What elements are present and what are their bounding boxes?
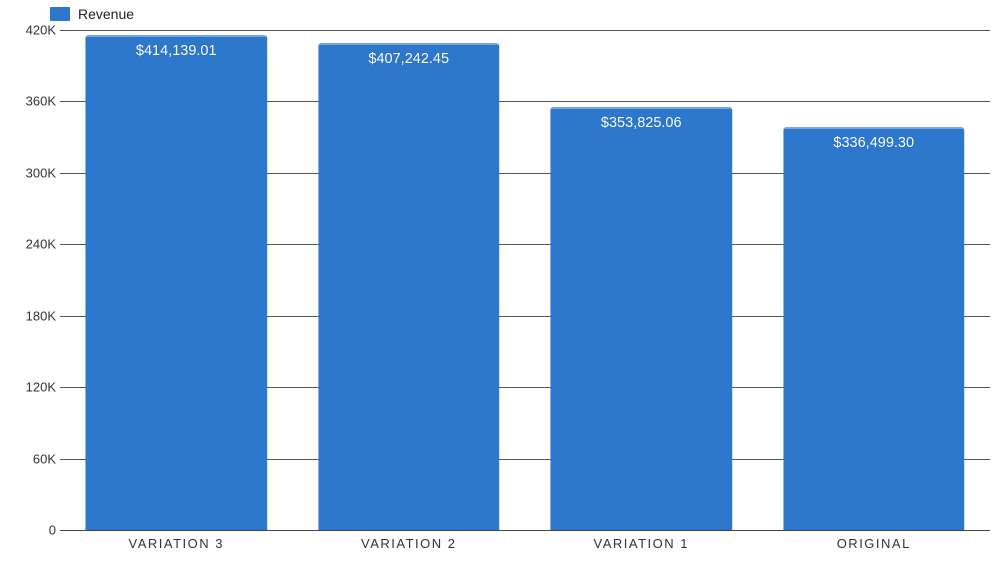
plot-area: $414,139.01 $407,242.45 $353,825.06 $336,49…	[60, 30, 990, 531]
bar: $353,825.06	[551, 107, 732, 530]
x-tick-label: VARIATION 2	[293, 536, 526, 551]
legend: Revenue	[50, 6, 134, 22]
bar-value-label: $353,825.06	[601, 115, 682, 131]
bar-value-label: $336,499.30	[833, 135, 914, 151]
y-tick-label: 120K	[6, 380, 56, 395]
y-tick-label: 180K	[6, 308, 56, 323]
y-tick-label: 300K	[6, 165, 56, 180]
bar-slot: $407,242.45	[293, 30, 526, 530]
x-tick-label: VARIATION 3	[60, 536, 293, 551]
y-tick-label: 0	[6, 523, 56, 538]
y-tick-label: 60K	[6, 451, 56, 466]
bar-slot: $414,139.01	[60, 30, 293, 530]
bar: $414,139.01	[86, 35, 267, 530]
y-tick-label: 240K	[6, 237, 56, 252]
bar: $336,499.30	[783, 127, 964, 530]
y-tick-label: 420K	[6, 23, 56, 38]
bars-container: $414,139.01 $407,242.45 $353,825.06 $336,49…	[60, 30, 990, 530]
revenue-bar-chart: Revenue $414,139.01 $407,242.45 $353,825.0…	[0, 0, 1000, 570]
legend-swatch-icon	[50, 7, 70, 21]
x-axis-labels: VARIATION 3VARIATION 2VARIATION 1ORIGINA…	[60, 536, 990, 551]
bar: $407,242.45	[318, 43, 499, 530]
bar-slot: $353,825.06	[525, 30, 758, 530]
legend-label: Revenue	[78, 6, 134, 22]
bar-value-label: $414,139.01	[136, 43, 217, 59]
x-tick-label: VARIATION 1	[525, 536, 758, 551]
bar-value-label: $407,242.45	[368, 51, 449, 67]
y-tick-label: 360K	[6, 94, 56, 109]
x-tick-label: ORIGINAL	[758, 536, 991, 551]
bar-slot: $336,499.30	[758, 30, 991, 530]
